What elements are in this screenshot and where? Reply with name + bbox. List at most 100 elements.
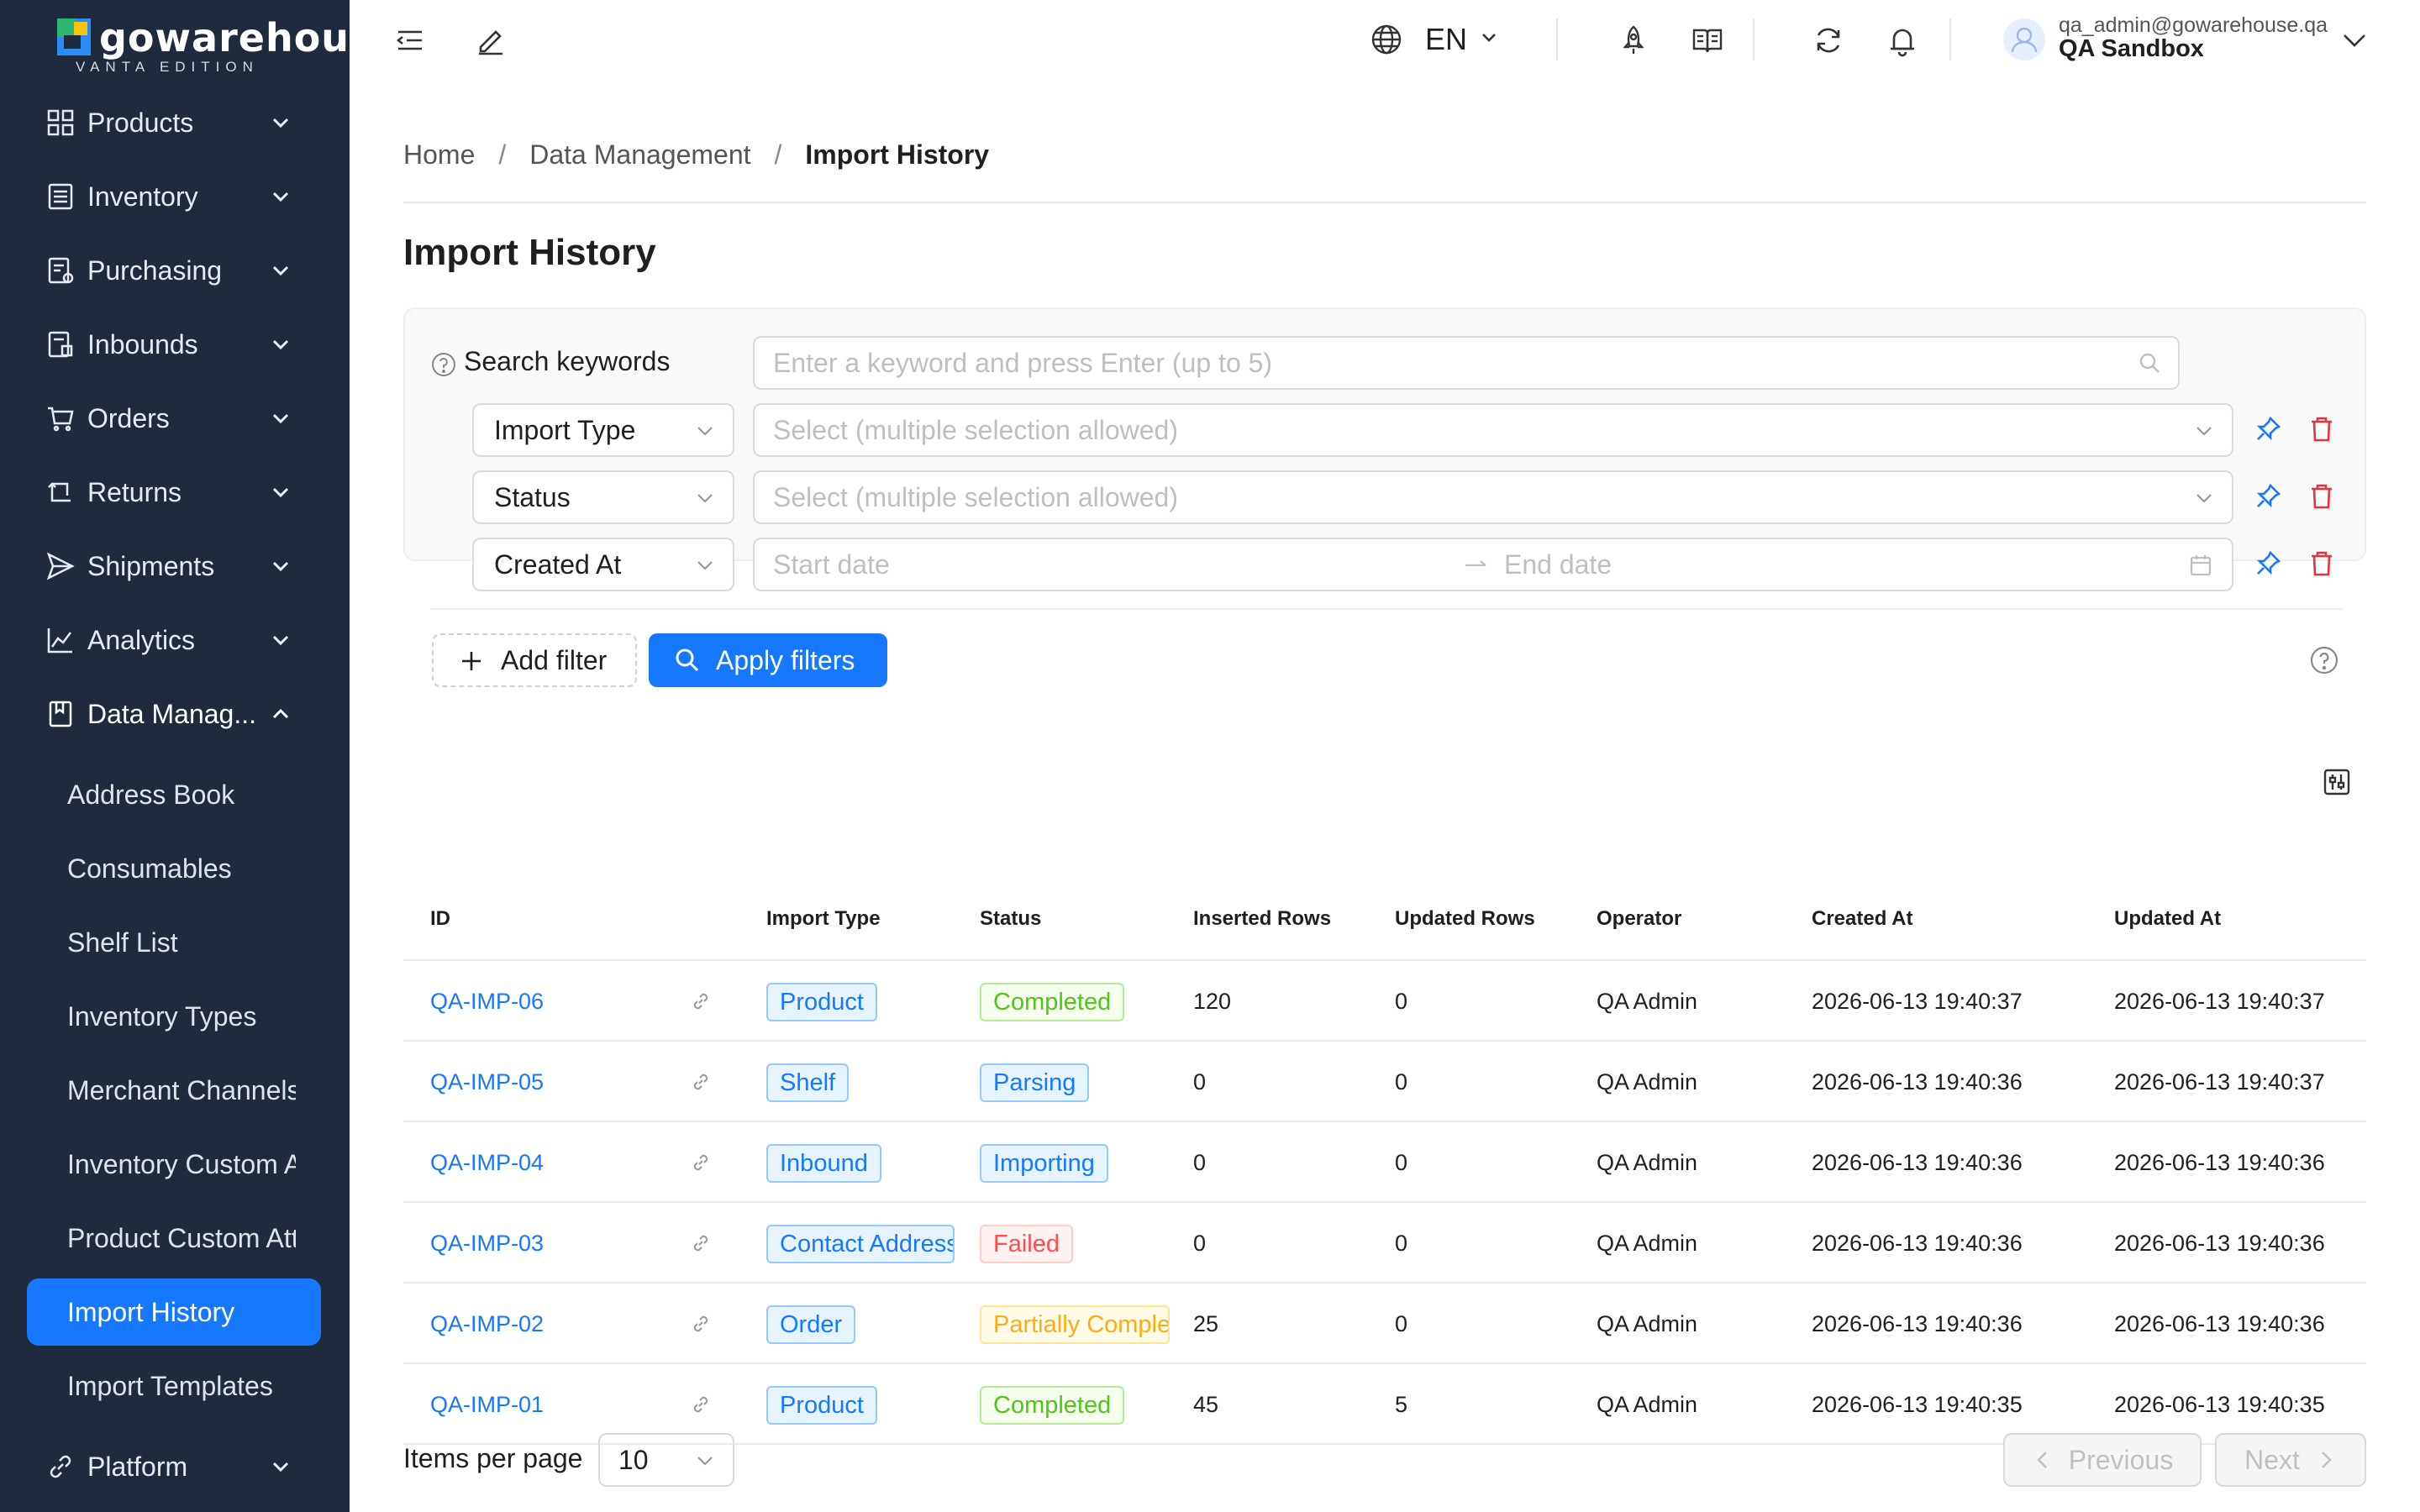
edit-icon[interactable] [474, 24, 508, 57]
sidebar-item-inventory[interactable]: Inventory [0, 160, 350, 234]
brand-edition: VANTA EDITION [76, 59, 259, 75]
help-icon[interactable] [2309, 645, 2339, 675]
status-badge: Partially Completed [980, 1305, 1170, 1344]
brand-logo[interactable]: gowarehouse VANTA EDITION [57, 15, 350, 75]
search-keywords-label: Search keywords [464, 346, 671, 376]
column-header-import-type[interactable]: Import Type [766, 879, 881, 959]
book-open-icon[interactable] [1691, 24, 1724, 57]
globe-icon[interactable] [1370, 23, 1403, 56]
avatar[interactable] [2003, 18, 2045, 60]
filter-field-select-status[interactable]: Status [472, 470, 734, 524]
sidebar-item-analytics[interactable]: Analytics [0, 603, 350, 677]
breadcrumb-data-management[interactable]: Data Management [529, 139, 750, 171]
sidebar-subitem-label: Merchant Channels [67, 1074, 296, 1105]
sidebar-item-returns[interactable]: Returns [0, 455, 350, 529]
status-multiselect[interactable]: Select (multiple selection allowed) [753, 470, 2233, 524]
table-row[interactable]: QA-IMP-05 Shelf Parsing 0 0 QA Admin 2026-06-1… [403, 1042, 2366, 1122]
pin-icon[interactable] [2254, 415, 2282, 444]
operator-value: QA Admin [1597, 989, 1698, 1014]
column-header-created-at[interactable]: Created At [1812, 879, 1912, 959]
sidebar-item-platform[interactable]: Platform [0, 1430, 350, 1504]
chevron-down-icon [697, 427, 713, 436]
chevron-down-icon[interactable] [2338, 24, 2371, 57]
sidebar-subitem-inventory-types[interactable]: Inventory Types [0, 979, 350, 1053]
purchase-icon [48, 257, 74, 284]
sidebar-subitem-consumables[interactable]: Consumables [0, 832, 350, 906]
sidebar-subitem-inventory-custom-attributes[interactable]: Inventory Custom Attributes [0, 1127, 350, 1201]
sidebar-item-shipments[interactable]: Shipments [0, 529, 350, 603]
column-header-updated-at[interactable]: Updated At [2114, 879, 2221, 959]
import-id-link[interactable]: QA-IMP-03 [430, 1203, 544, 1284]
sidebar-item-inbounds[interactable]: Inbounds [0, 307, 350, 381]
copy-link-icon[interactable] [689, 1151, 713, 1174]
column-settings-icon[interactable] [2323, 768, 2351, 796]
import-id-link[interactable]: QA-IMP-02 [430, 1284, 544, 1364]
import-id-link[interactable]: QA-IMP-06 [430, 961, 544, 1042]
copy-link-icon[interactable] [689, 990, 713, 1013]
help-icon[interactable] [430, 351, 457, 378]
column-header-inserted-rows[interactable]: Inserted Rows [1193, 879, 1331, 959]
page-size-select[interactable]: 10 [598, 1433, 734, 1487]
import-id-link[interactable]: QA-IMP-04 [430, 1122, 544, 1203]
rocket-icon[interactable] [1617, 24, 1650, 57]
sidebar-subitem-product-custom-attributes[interactable]: Product Custom Attributes [0, 1201, 350, 1275]
pin-icon[interactable] [2254, 549, 2282, 578]
copy-link-icon[interactable] [689, 1393, 713, 1416]
sidebar-subitem-import-history[interactable]: Import History [27, 1278, 321, 1346]
next-page-button[interactable]: Next [2215, 1433, 2366, 1487]
table-row[interactable]: QA-IMP-02 Order Partially Completed 25 0 QA A… [403, 1284, 2366, 1364]
delete-icon[interactable] [2307, 482, 2336, 511]
sidebar-subitem-address-book[interactable]: Address Book [0, 758, 350, 832]
delete-icon[interactable] [2307, 415, 2336, 444]
sidebar-subitem-label: Inventory Types [67, 1000, 257, 1032]
sidebar-item-purchasing[interactable]: Purchasing [0, 234, 350, 307]
copy-link-icon[interactable] [689, 1312, 713, 1336]
sidebar-subitem-merchant-channels[interactable]: Merchant Channels [0, 1053, 350, 1127]
filter-field-select-import-type[interactable]: Import Type [472, 403, 734, 457]
date-range-picker[interactable]: Start date End date [753, 538, 2233, 591]
sidebar-subitem-label: Inventory Custom Attributes [67, 1148, 296, 1179]
import-type-multiselect[interactable]: Select (multiple selection allowed) [753, 403, 2233, 457]
import-type-tag: Product [766, 1386, 877, 1425]
start-date-input[interactable]: Start date [773, 549, 890, 580]
pin-icon[interactable] [2254, 482, 2282, 511]
apply-filters-button[interactable]: Apply filters [649, 633, 887, 687]
filter-field-select-created-at[interactable]: Created At [472, 538, 734, 591]
sidebar-subitem-import-templates[interactable]: Import Templates [0, 1349, 350, 1423]
menu-fold-icon[interactable] [393, 24, 427, 57]
refresh-icon[interactable] [1812, 24, 1845, 57]
chevron-down-icon [272, 561, 289, 572]
sidebar-item-orders[interactable]: Orders [0, 381, 350, 455]
sidebar-item-label: Data Manag... [87, 698, 256, 729]
chevron-down-icon [697, 561, 713, 570]
column-header-id[interactable]: ID [430, 879, 450, 959]
updated-rows-value: 0 [1395, 989, 1408, 1014]
table-row[interactable]: QA-IMP-06 Product Completed 120 0 QA Admin 202… [403, 961, 2366, 1042]
chevron-down-icon[interactable] [1476, 24, 1502, 50]
sidebar-item-data-management[interactable]: Data Manag... [0, 677, 350, 751]
language-selector[interactable]: EN [1425, 22, 1467, 57]
end-date-input[interactable]: End date [1504, 549, 1612, 580]
header-divider [1556, 18, 1558, 60]
header-divider [1949, 18, 1951, 60]
breadcrumb-home[interactable]: Home [403, 139, 475, 171]
column-header-status[interactable]: Status [980, 879, 1041, 959]
table-row[interactable]: QA-IMP-04 Inbound Importing 0 0 QA Admin 2026-… [403, 1122, 2366, 1203]
table-row[interactable]: QA-IMP-03 Contact Address Failed 0 0 QA Admin… [403, 1203, 2366, 1284]
sidebar-item-products[interactable]: Products [0, 86, 350, 160]
copy-link-icon[interactable] [689, 1070, 713, 1094]
import-id-link[interactable]: QA-IMP-05 [430, 1042, 544, 1122]
copy-link-icon[interactable] [689, 1231, 713, 1255]
filter-field-label: Created At [494, 549, 622, 580]
delete-icon[interactable] [2307, 549, 2336, 578]
previous-page-button[interactable]: Previous [2003, 1433, 2202, 1487]
column-header-operator[interactable]: Operator [1597, 879, 1681, 959]
search-input[interactable]: Enter a keyword and press Enter (up to 5… [753, 336, 2180, 390]
import-id-link[interactable]: QA-IMP-01 [430, 1364, 544, 1445]
filter-panel: Search keywords Enter a keyword and pres… [403, 307, 2366, 610]
send-icon [46, 552, 75, 580]
sidebar-subitem-shelf-list[interactable]: Shelf List [0, 906, 350, 979]
add-filter-button[interactable]: Add filter [432, 633, 637, 687]
bell-icon[interactable] [1886, 24, 1919, 57]
column-header-updated-rows[interactable]: Updated Rows [1395, 879, 1535, 959]
